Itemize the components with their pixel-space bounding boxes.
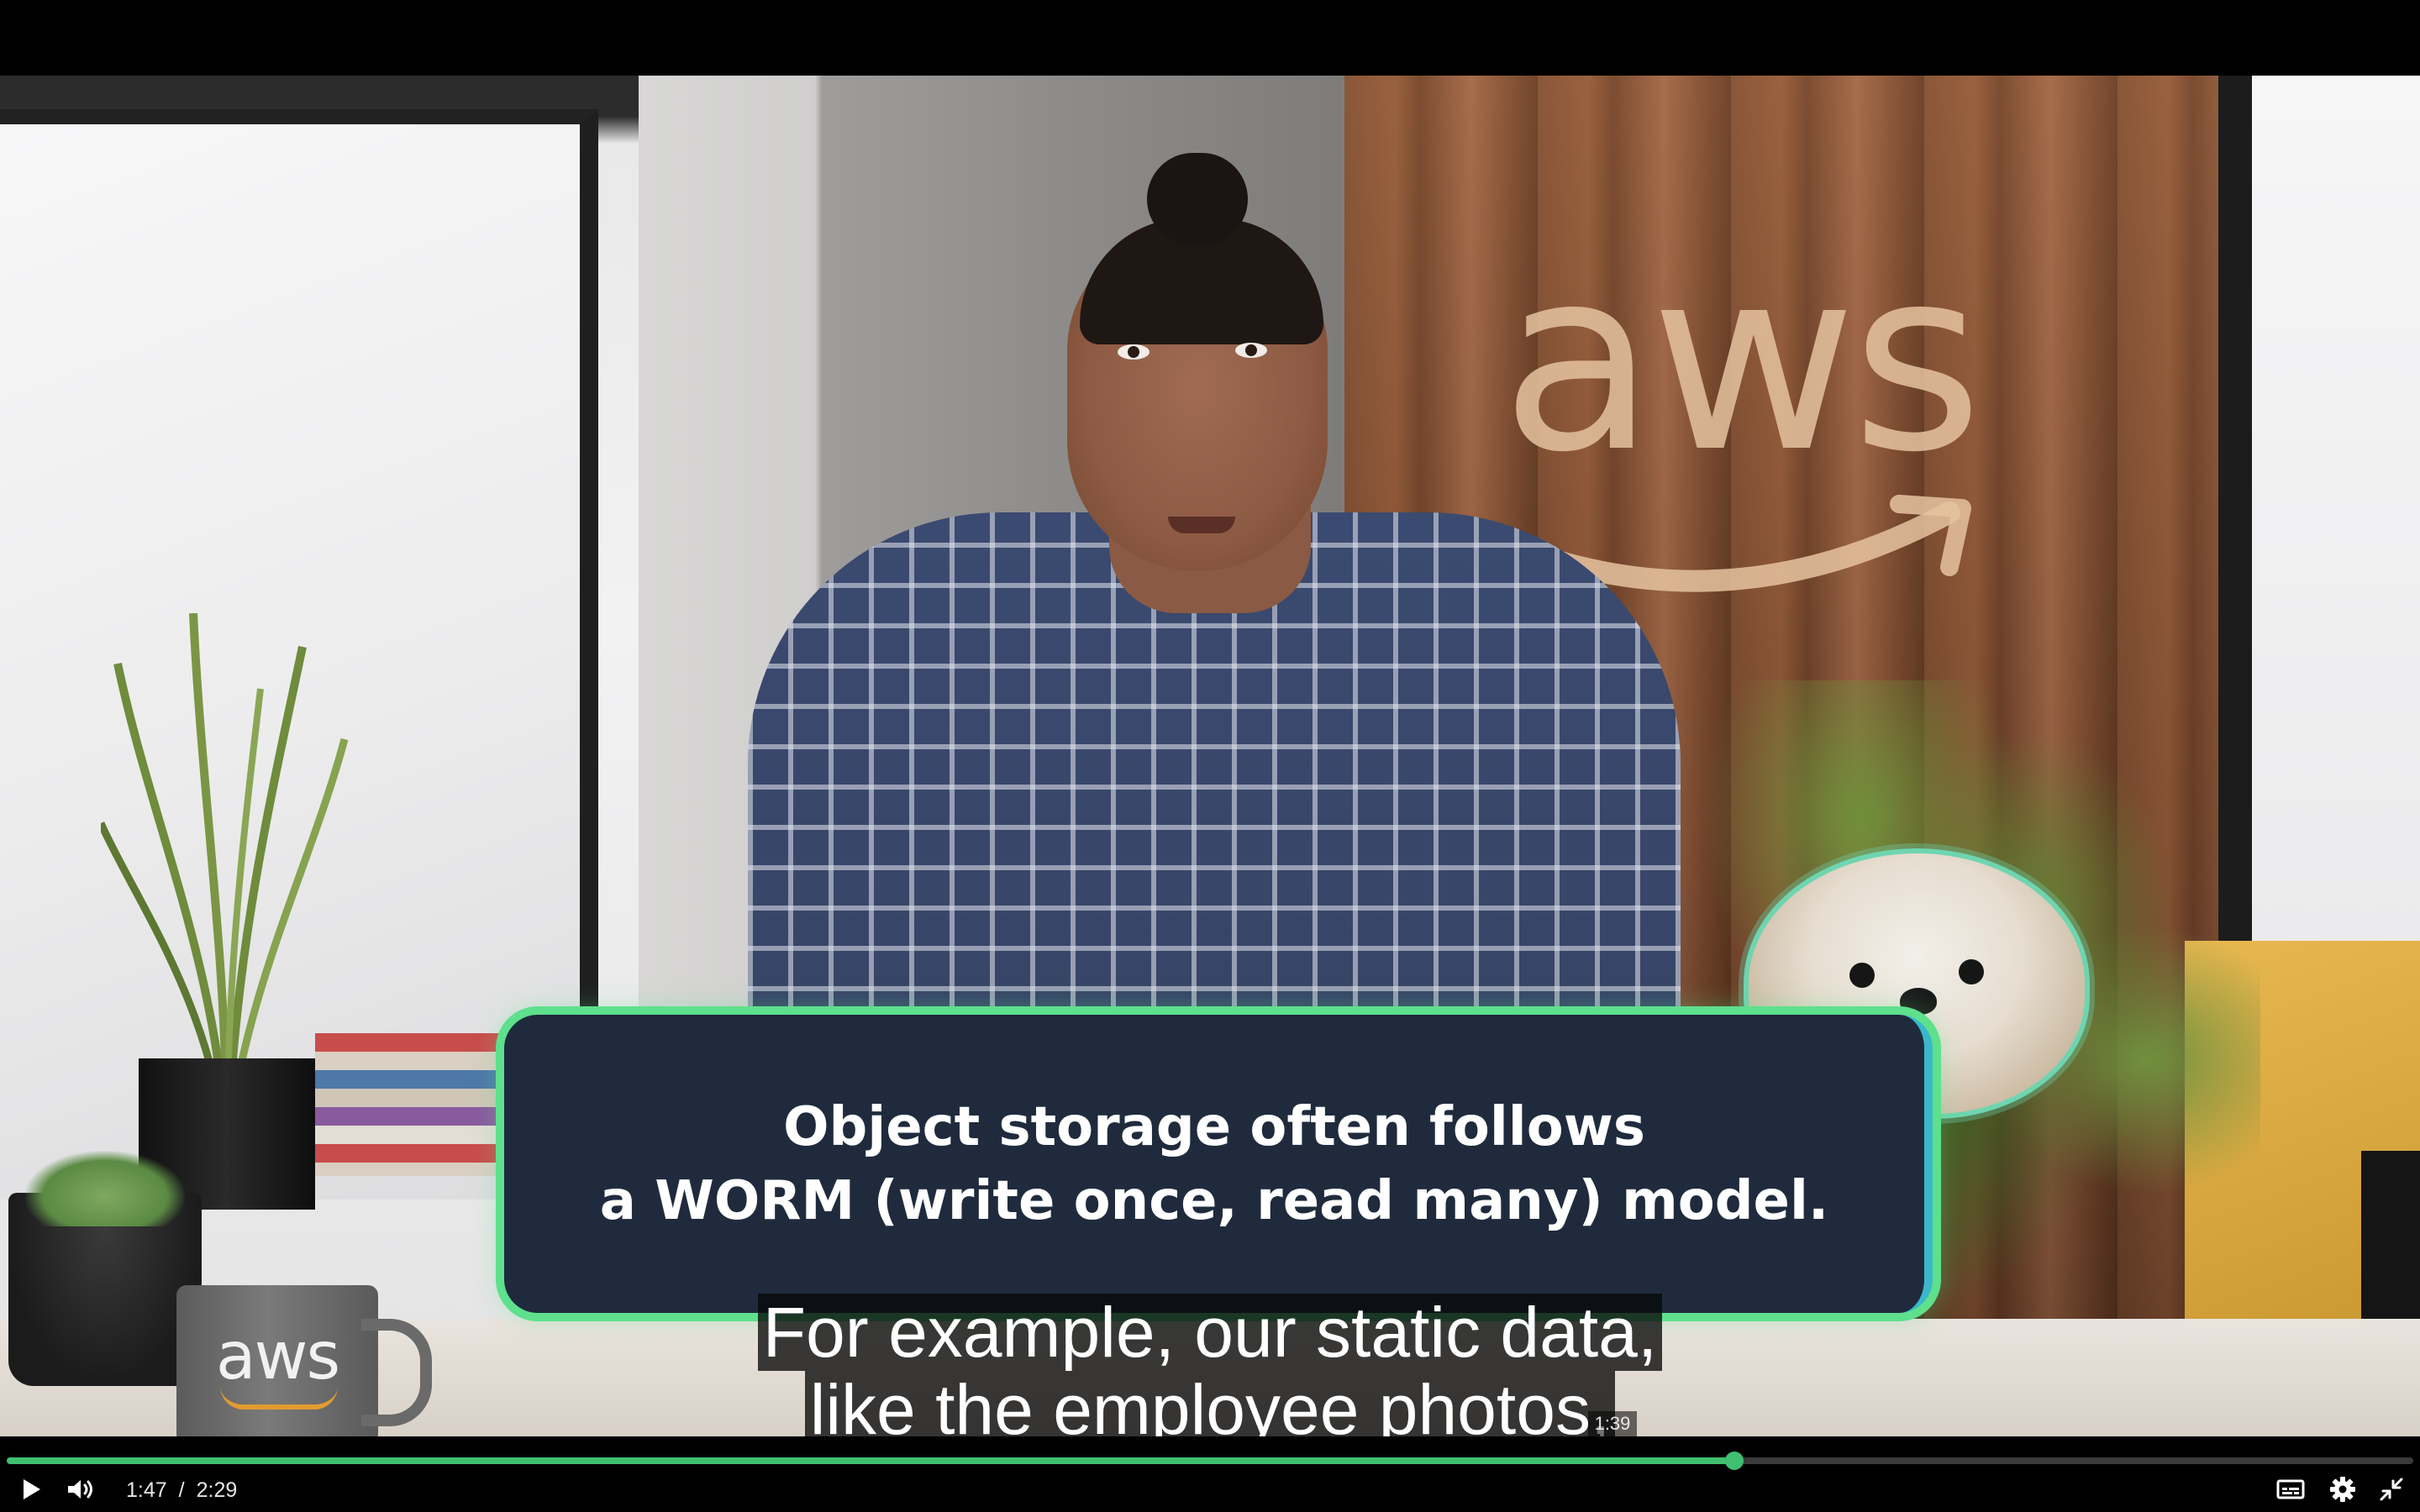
letterbox-top	[0, 0, 2420, 76]
exit-fullscreen-icon	[2380, 1478, 2403, 1501]
progress-fill	[7, 1457, 1735, 1464]
captions-button[interactable]	[2274, 1474, 2307, 1504]
captions: For example, our static data, like the e…	[0, 1294, 2420, 1448]
time-separator: /	[178, 1478, 185, 1502]
book-stack	[315, 1033, 508, 1176]
video-frame[interactable]: aws aws Object storage often follows a W…	[0, 76, 2420, 1436]
play-icon	[24, 1479, 40, 1499]
video-player: aws aws Object storage often follows a W…	[0, 0, 2420, 1512]
presenter-eye-left	[1118, 344, 1150, 360]
control-bar	[0, 1436, 2420, 1512]
volume-button[interactable]	[64, 1474, 97, 1504]
captions-icon	[2276, 1479, 2305, 1499]
time-display: 1:47 / 2:29	[126, 1475, 237, 1505]
progress-bar[interactable]	[7, 1452, 2413, 1470]
hover-time-tooltip: 1:39	[1588, 1411, 1637, 1436]
presenter-eye-right	[1235, 343, 1267, 358]
callout-line-1: Object storage often follows	[783, 1095, 1645, 1158]
presenter-bun	[1147, 153, 1248, 245]
dog-eye-right	[1959, 959, 1984, 984]
dog-eye-left	[1849, 963, 1875, 988]
exit-fullscreen-button[interactable]	[2375, 1474, 2408, 1504]
current-time: 1:47	[126, 1478, 167, 1502]
callout-box: Object storage often follows a WORM (wri…	[504, 1015, 1933, 1313]
succulent	[25, 1151, 185, 1226]
volume-icon	[68, 1480, 92, 1499]
settings-button[interactable]	[2326, 1474, 2360, 1504]
callout-line-2: a WORM (write once, read many) model.	[599, 1169, 1829, 1232]
dog-nose	[1900, 988, 1937, 1015]
gear-icon	[2330, 1477, 2355, 1502]
presenter-mouth	[1168, 517, 1235, 533]
duration: 2:29	[196, 1478, 238, 1502]
caption-line-1: For example, our static data,	[757, 1294, 1663, 1371]
play-button[interactable]	[17, 1474, 47, 1504]
callout-text: Object storage often follows a WORM (wri…	[504, 1015, 1924, 1313]
